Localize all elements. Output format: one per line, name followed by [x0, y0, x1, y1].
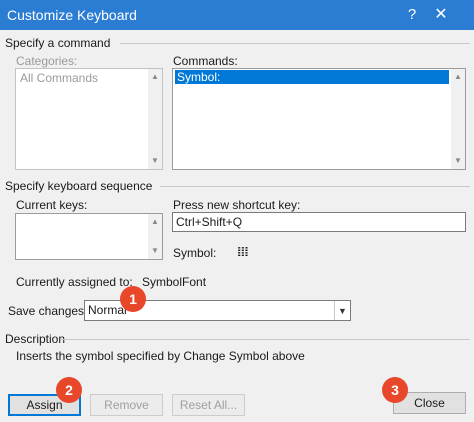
scroll-down-icon[interactable]: ▼ — [148, 154, 162, 168]
currently-assigned-label: Currently assigned to: — [16, 275, 133, 289]
section-divider — [60, 339, 470, 340]
scroll-up-icon[interactable]: ▲ — [148, 70, 162, 84]
scroll-up-icon[interactable]: ▲ — [148, 215, 162, 229]
step-badge-1: 1 — [120, 286, 146, 312]
window-title: Customize Keyboard — [7, 7, 137, 23]
remove-button[interactable]: Remove — [90, 394, 163, 416]
categories-scrollbar[interactable]: ▲ ▼ — [148, 69, 162, 169]
list-item[interactable]: All Commands — [18, 71, 146, 85]
section-label-command: Specify a command — [5, 36, 111, 50]
description-text: Inserts the symbol specified by Change S… — [16, 349, 305, 363]
symbol-preview-icon: 𝍖 — [237, 244, 249, 259]
commands-list[interactable]: Symbol: ▲ ▼ — [172, 68, 466, 170]
step-badge-3: 3 — [382, 377, 408, 403]
section-label-keyboard: Specify keyboard sequence — [5, 179, 153, 193]
commands-scrollbar[interactable]: ▲ ▼ — [451, 69, 465, 169]
categories-label: Categories: — [16, 54, 78, 68]
current-keys-label: Current keys: — [16, 198, 88, 212]
chevron-down-icon[interactable]: ▼ — [334, 301, 350, 320]
current-keys-scrollbar[interactable]: ▲ ▼ — [148, 214, 162, 259]
scroll-up-icon[interactable]: ▲ — [451, 70, 465, 84]
reset-all-button[interactable]: Reset All... — [172, 394, 245, 416]
new-shortcut-input[interactable]: Ctrl+Shift+Q — [172, 212, 466, 232]
list-item[interactable]: Symbol: — [175, 70, 449, 84]
section-divider — [120, 43, 470, 44]
section-label-description: Description — [5, 332, 66, 346]
close-icon[interactable]: ✕ — [426, 3, 456, 27]
categories-list[interactable]: All Commands ▲ ▼ — [15, 68, 163, 170]
current-keys-list[interactable]: ▲ ▼ — [15, 213, 163, 260]
scroll-down-icon[interactable]: ▼ — [148, 244, 162, 258]
currently-assigned-value: SymbolFont — [142, 275, 207, 289]
help-icon[interactable]: ? — [402, 4, 422, 26]
symbol-label: Symbol: — [173, 246, 217, 260]
section-divider — [160, 186, 470, 187]
commands-label: Commands: — [173, 54, 238, 68]
press-new-shortcut-label: Press new shortcut key: — [173, 198, 301, 212]
step-badge-2: 2 — [56, 377, 82, 403]
title-bar: Customize Keyboard ? ✕ — [0, 0, 474, 30]
scroll-down-icon[interactable]: ▼ — [451, 154, 465, 168]
